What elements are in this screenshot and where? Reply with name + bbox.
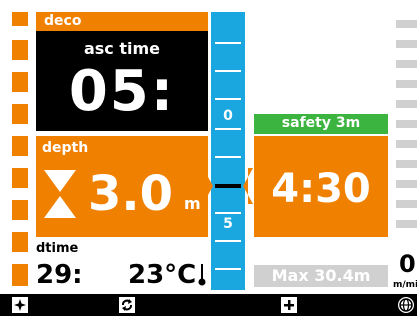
scale-tick <box>215 42 241 44</box>
depth-unit: m <box>184 194 201 213</box>
depth-pointer <box>203 168 253 204</box>
right-gauge-bar <box>396 20 417 28</box>
depth-panel: depth 3.0 m <box>36 136 208 237</box>
dtime-value: 29: <box>36 260 83 290</box>
thermometer-icon <box>198 264 206 286</box>
max-depth-label: Max 30.4m <box>271 266 371 285</box>
depth-value: 3.0 <box>88 166 174 222</box>
gauge-segment <box>12 72 28 92</box>
hourglass-icon <box>44 170 76 218</box>
gauge-segment <box>12 264 28 286</box>
sparkle-icon <box>12 297 28 313</box>
scale-tick <box>215 128 241 130</box>
gauge-segment <box>12 232 28 252</box>
plus-icon <box>281 297 297 313</box>
right-gauge-bar <box>396 120 417 128</box>
plus-button[interactable] <box>280 296 298 314</box>
safety-stop-panel: 4:30 <box>254 136 388 237</box>
safety-stop-label: safety 3m <box>281 115 361 131</box>
gauge-segment <box>12 200 28 220</box>
temperature-value: 23°C <box>128 260 197 290</box>
depth-scale: 0 5 <box>211 12 245 290</box>
scale-tick <box>215 212 241 214</box>
gauge-segment <box>12 40 28 60</box>
dtime-label: dtime <box>36 241 79 256</box>
right-gauge-bar <box>396 200 417 208</box>
asc-time-value: 05: <box>68 59 176 124</box>
ascent-speed-unit: m/mi <box>393 280 417 290</box>
safety-stop-time: 4:30 <box>271 166 371 212</box>
cycle-button[interactable] <box>118 296 136 314</box>
right-gauge-bar <box>396 220 417 228</box>
right-gauge-bar <box>396 160 417 168</box>
asc-time-label: asc time <box>83 39 161 58</box>
scale-label-5: 5 <box>223 216 233 232</box>
gauge-segment <box>12 136 28 156</box>
cycle-icon <box>119 297 135 313</box>
max-depth-panel: Max 30.4m <box>254 265 388 287</box>
gauge-segment <box>12 168 28 188</box>
right-gauge-bar <box>396 40 417 48</box>
scale-tick <box>215 156 241 158</box>
deco-label: deco <box>44 13 82 29</box>
right-gauge-bar <box>396 60 417 68</box>
gauge-segment <box>12 104 28 124</box>
globe-icon <box>398 297 414 313</box>
safety-stop-header: safety 3m <box>254 114 388 134</box>
scale-tick <box>215 98 241 100</box>
scale-tick <box>215 240 241 242</box>
sparkle-button[interactable] <box>11 296 29 314</box>
right-gauge-bar <box>396 140 417 148</box>
right-gauge-bar <box>396 80 417 88</box>
asc-time-panel: asc time 05: <box>36 31 208 131</box>
scale-label-0: 0 <box>223 108 233 124</box>
globe-button[interactable] <box>397 296 415 314</box>
scale-tick <box>215 70 241 72</box>
deco-header: deco <box>36 12 208 31</box>
gauge-segment <box>12 12 28 26</box>
right-gauge-bar <box>396 100 417 108</box>
ascent-speed-value: 0 <box>399 250 416 278</box>
scale-tick <box>215 268 241 270</box>
bottom-button-bar <box>0 294 417 316</box>
depth-label: depth <box>42 140 89 156</box>
right-gauge-bar <box>396 180 417 188</box>
